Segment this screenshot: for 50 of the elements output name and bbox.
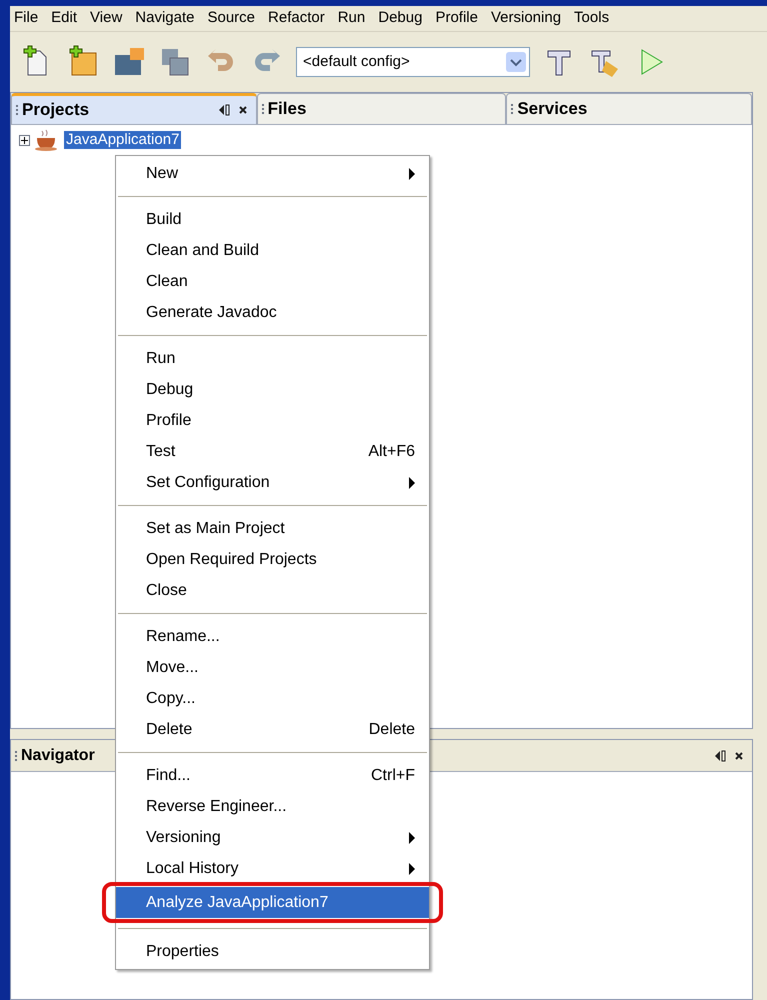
menu-item[interactable]: Set Configuration — [116, 467, 429, 498]
menu-item[interactable]: Find... Ctrl+F — [116, 760, 429, 791]
menu-item[interactable]: Profile — [116, 405, 429, 436]
menu-bar-item[interactable]: Refactor — [268, 7, 325, 30]
submenu-arrow-icon — [409, 168, 415, 180]
menu-item[interactable]: New — [116, 158, 429, 189]
tree-item[interactable]: JavaApplication7 — [64, 131, 182, 149]
menu-bar-item[interactable]: File — [14, 7, 38, 30]
menu-item[interactable]: Rename... — [116, 621, 429, 652]
menu-item[interactable]: Set as Main Project — [116, 513, 429, 544]
config-dropdown[interactable]: <default config> — [296, 47, 530, 77]
menu-item[interactable]: Reverse Engineer... — [116, 791, 429, 822]
menu-bar-item[interactable]: Navigate — [135, 7, 194, 30]
menu-bar-item[interactable]: Edit — [51, 7, 78, 30]
menu-item[interactable]: Clean — [116, 266, 429, 297]
coffee-cup-icon — [34, 129, 60, 151]
menu-bar-item[interactable]: Source — [207, 7, 256, 30]
menu-item[interactable]: Clean and Build — [116, 235, 429, 266]
menu-bar-item[interactable]: View — [90, 7, 122, 30]
close-icon[interactable] — [238, 105, 248, 115]
panel-tab[interactable]: Projects — [11, 93, 257, 125]
menu-item[interactable]: Delete Delete — [116, 714, 429, 745]
menu-bar-item[interactable]: Run — [338, 7, 366, 30]
menu-item[interactable]: Local History — [116, 853, 429, 884]
close-icon[interactable] — [734, 750, 744, 760]
menu-item[interactable]: Test Alt+F6 — [116, 436, 429, 467]
expand-toggle[interactable] — [19, 134, 30, 146]
panel-tab[interactable]: Services — [506, 93, 752, 125]
menu-item[interactable]: Analyze JavaApplication7 — [116, 887, 429, 918]
panel-tab[interactable]: Files — [256, 93, 506, 125]
menu-item[interactable]: Build — [116, 204, 429, 235]
submenu-arrow-icon — [409, 862, 415, 874]
minimize-icon[interactable] — [218, 104, 230, 116]
menu-item[interactable]: Run — [116, 343, 429, 374]
menu-item[interactable]: Close — [116, 575, 429, 606]
menu-item[interactable]: Move... — [116, 652, 429, 683]
menu-bar-item[interactable]: Profile — [435, 7, 478, 30]
submenu-arrow-icon — [409, 476, 415, 488]
menu-item[interactable]: Copy... — [116, 683, 429, 714]
submenu-arrow-icon — [409, 832, 415, 844]
menu-item[interactable]: Open Required Projects — [116, 544, 429, 575]
menu-item[interactable]: Debug — [116, 374, 429, 405]
menu-item[interactable]: Properties — [116, 936, 429, 967]
menu-item[interactable]: Generate Javadoc — [116, 297, 429, 328]
menu-bar-item[interactable]: Versioning — [490, 7, 562, 30]
menu-bar-item[interactable]: Debug — [378, 7, 422, 30]
menu-bar-item[interactable]: Tools — [574, 7, 610, 30]
menu-item[interactable]: Versioning — [116, 822, 429, 853]
panel-title: Navigator — [21, 746, 95, 766]
minimize-icon[interactable] — [714, 750, 726, 762]
